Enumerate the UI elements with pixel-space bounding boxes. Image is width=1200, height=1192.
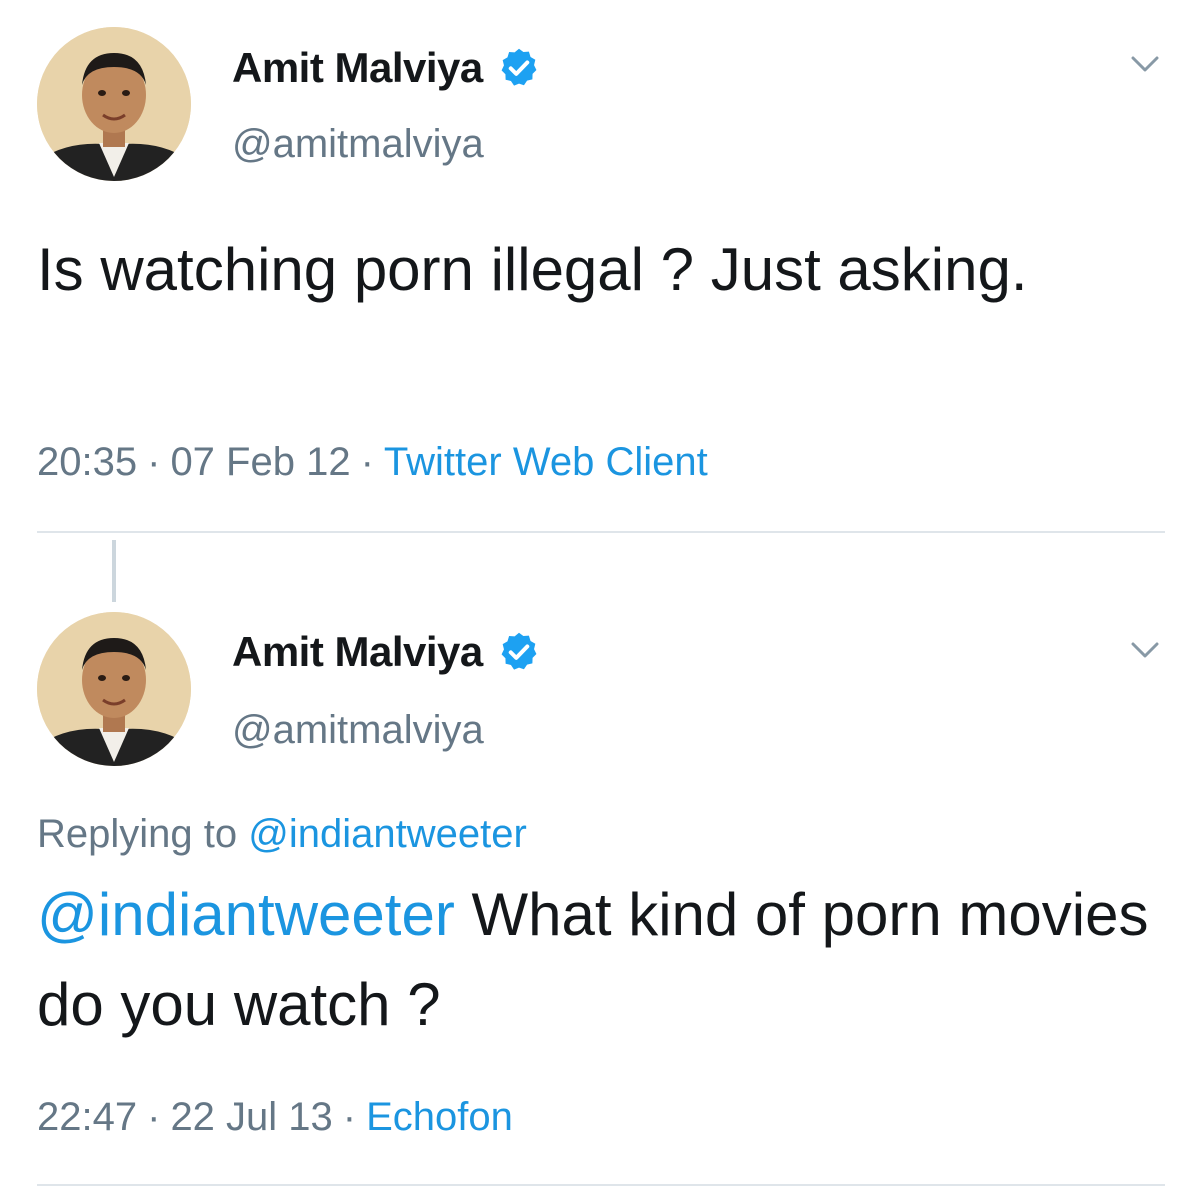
avatar[interactable]	[37, 27, 191, 181]
tweet-divider	[37, 1184, 1165, 1186]
tweet-meta: 22:47 · 22 Jul 13 · Echofon	[37, 1095, 513, 1140]
replying-to: Replying to @indiantweeter	[37, 812, 527, 857]
meta-separator: ·	[147, 1095, 161, 1139]
meta-separator: ·	[360, 440, 374, 484]
tweet-divider	[37, 531, 1165, 533]
tweet-text: @indiantweeter What kind of porn movies …	[37, 870, 1177, 1050]
tweet-time[interactable]: 20:35	[37, 440, 137, 484]
avatar[interactable]	[37, 612, 191, 766]
replying-to-link[interactable]: @indiantweeter	[248, 812, 527, 856]
handle[interactable]: @amitmalviya	[232, 708, 484, 753]
display-name[interactable]: Amit Malviya	[232, 628, 483, 676]
tweet-source-link[interactable]: Echofon	[366, 1095, 513, 1139]
tweet-2[interactable]: Amit Malviya @amitmalviya Replying to @i…	[0, 540, 1200, 1192]
replying-to-label: Replying to	[37, 812, 238, 856]
verified-badge-icon	[501, 48, 537, 86]
avatar-photo	[37, 27, 191, 181]
avatar-photo	[37, 612, 191, 766]
author-row[interactable]: Amit Malviya	[232, 628, 541, 676]
verified-badge-icon	[501, 632, 537, 670]
tweet-source-link[interactable]: Twitter Web Client	[384, 440, 708, 484]
meta-separator: ·	[147, 440, 161, 484]
tweet-text: Is watching porn illegal ? Just asking.	[37, 236, 1028, 303]
author-row[interactable]: Amit Malviya	[232, 44, 541, 92]
mention-link[interactable]: @indiantweeter	[37, 881, 455, 948]
tweet-time[interactable]: 22:47	[37, 1095, 137, 1139]
handle[interactable]: @amitmalviya	[232, 122, 484, 167]
meta-separator: ·	[342, 1095, 357, 1139]
chevron-down-icon[interactable]	[1125, 44, 1165, 84]
chevron-down-icon[interactable]	[1125, 630, 1165, 670]
display-name[interactable]: Amit Malviya	[232, 44, 483, 92]
tweet-1[interactable]: Amit Malviya @amitmalviya Is watching po…	[0, 0, 1200, 530]
tweet-meta: 20:35 · 07 Feb 12 · Twitter Web Client	[37, 440, 708, 485]
tweet-date[interactable]: 22 Jul 13	[170, 1095, 332, 1139]
tweet-date[interactable]: 07 Feb 12	[170, 440, 350, 484]
